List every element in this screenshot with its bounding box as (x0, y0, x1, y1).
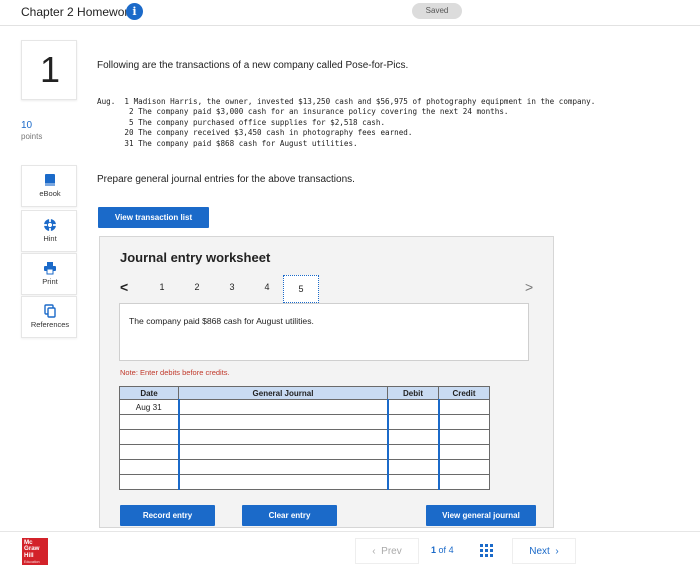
date-cell (119, 429, 179, 445)
credit-input[interactable] (437, 399, 490, 415)
debits-note: Note: Enter debits before credits. (120, 368, 230, 377)
debit-input[interactable] (386, 459, 439, 475)
date-cell (119, 474, 179, 490)
next-label: Next (529, 546, 550, 557)
grid-icon[interactable] (480, 544, 493, 557)
print-label: Print (42, 277, 58, 286)
clear-entry-button[interactable]: Clear entry (242, 505, 337, 526)
ebook-button[interactable]: eBook (21, 165, 77, 207)
printer-icon (44, 262, 56, 275)
question-number: 1 (39, 49, 61, 90)
points-value: 10 (21, 120, 33, 131)
page-of: of (438, 545, 447, 555)
book-icon (45, 174, 55, 186)
table-row: Aug 31 (119, 399, 490, 415)
debit-input[interactable] (386, 474, 439, 490)
transaction-description: The company paid $868 cash for August ut… (129, 316, 314, 326)
copy-icon (44, 304, 56, 318)
table-row (119, 414, 490, 430)
chevron-right-icon: › (549, 546, 559, 557)
worksheet-title: Journal entry worksheet (120, 250, 271, 265)
account-input[interactable] (177, 474, 388, 490)
journal-table: Date General Journal Debit Credit Aug 31 (119, 386, 490, 490)
saved-status-badge: Saved (412, 3, 462, 19)
worksheet-tab-3[interactable]: 3 (225, 282, 239, 292)
print-button[interactable]: Print (21, 253, 77, 295)
info-icon[interactable]: i (126, 3, 143, 20)
table-row (119, 459, 490, 475)
view-transaction-list-button[interactable]: View transaction list (98, 207, 209, 228)
credit-input[interactable] (437, 444, 490, 460)
account-input[interactable] (177, 399, 388, 415)
transaction-description-box: The company paid $868 cash for August ut… (119, 303, 529, 361)
footer-divider (0, 531, 700, 532)
debit-input[interactable] (386, 414, 439, 430)
chevron-left-icon: ‹ (372, 546, 382, 557)
hint-label: Hint (43, 234, 57, 243)
references-label: References (30, 320, 70, 329)
account-input[interactable] (177, 459, 388, 475)
top-bar: Chapter 2 Homework i Saved (0, 0, 700, 26)
worksheet-tab-2[interactable]: 2 (190, 282, 204, 292)
table-row (119, 429, 490, 445)
page-indicator: 1 of 4 (431, 545, 454, 555)
transaction-row: 5 The company purchased office supplies … (97, 117, 386, 127)
logo-line: Education (24, 559, 40, 564)
worksheet-tab-4[interactable]: 4 (260, 282, 274, 292)
question-instruction: Prepare general journal entries for the … (97, 174, 355, 185)
transaction-row: 31 The company paid $868 cash for August… (97, 138, 358, 148)
date-cell (119, 444, 179, 460)
question-intro: Following are the transactions of a new … (97, 60, 409, 71)
record-entry-button[interactable]: Record entry (120, 505, 215, 526)
account-input[interactable] (177, 429, 388, 445)
worksheet-tab-1[interactable]: 1 (155, 282, 169, 292)
debit-column-header: Debit (387, 386, 439, 400)
question-number-box: 1 (21, 40, 77, 100)
account-input[interactable] (177, 414, 388, 430)
prev-label: Prev (381, 546, 402, 557)
credit-input[interactable] (437, 474, 490, 490)
general-journal-column-header: General Journal (178, 386, 388, 400)
credit-input[interactable] (437, 459, 490, 475)
date-cell (119, 459, 179, 475)
worksheet-tab-5-active[interactable]: 5 (283, 275, 319, 303)
debit-input[interactable] (386, 429, 439, 445)
prev-button[interactable]: ‹ Prev (355, 538, 419, 564)
transaction-row: 2 The company paid $3,000 cash for an in… (97, 107, 509, 117)
credit-input[interactable] (437, 414, 490, 430)
references-button[interactable]: References (21, 296, 77, 338)
transaction-list: Aug. 1 Madison Harris, the owner, invest… (97, 97, 595, 149)
ebook-label: eBook (39, 189, 61, 198)
page-total: 4 (448, 545, 454, 555)
next-button[interactable]: Next › (512, 538, 576, 564)
table-row (119, 444, 490, 460)
chevron-left-icon[interactable]: < (120, 279, 128, 295)
date-cell (119, 414, 179, 430)
credit-column-header: Credit (438, 386, 490, 400)
lifebuoy-icon (44, 219, 56, 231)
transaction-row: Aug. 1 Madison Harris, the owner, invest… (97, 97, 596, 106)
hint-button[interactable]: Hint (21, 210, 77, 252)
assignment-title: Chapter 2 Homework (21, 5, 135, 19)
view-general-journal-button[interactable]: View general journal (426, 505, 536, 526)
points-label: points (21, 132, 43, 141)
debit-input[interactable] (386, 399, 439, 415)
mcgraw-hill-logo: Mc Graw Hill Education (22, 538, 48, 565)
journal-entry-worksheet: Journal entry worksheet < 1 2 3 4 5 > Th… (99, 236, 554, 528)
transaction-row: 20 The company received $3,450 cash in p… (97, 128, 413, 138)
debit-input[interactable] (386, 444, 439, 460)
account-input[interactable] (177, 444, 388, 460)
table-row (119, 474, 490, 490)
page-current: 1 (431, 545, 437, 555)
date-cell: Aug 31 (119, 399, 179, 415)
chevron-right-icon[interactable]: > (525, 279, 533, 295)
credit-input[interactable] (437, 429, 490, 445)
date-column-header: Date (119, 386, 179, 400)
